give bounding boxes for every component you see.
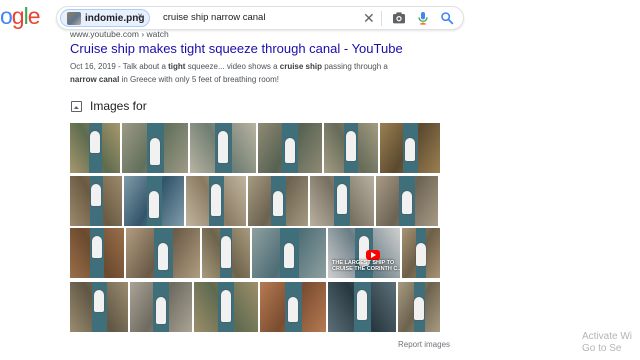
- windows-activation-watermark: Activate Wi Go to Se: [582, 331, 632, 355]
- snippet-text: squeeze... video shows a: [185, 62, 280, 71]
- clear-search-icon[interactable]: ✕: [363, 9, 375, 27]
- image-thumbnail[interactable]: [376, 176, 438, 226]
- logo-letter: o: [0, 3, 13, 29]
- image-thumbnail[interactable]: THE LARGEST SHIP TO CRUISE THE CORINTH C.…: [328, 228, 400, 278]
- image-thumbnail[interactable]: [258, 123, 322, 173]
- image-thumbnail[interactable]: [398, 282, 440, 332]
- image-thumbnail[interactable]: [126, 228, 200, 278]
- ship-shape: [149, 191, 159, 218]
- ship-shape: [416, 243, 426, 266]
- ship-shape: [91, 184, 101, 206]
- image-thumbnail[interactable]: [194, 282, 258, 332]
- ship-shape: [156, 297, 166, 324]
- image-thumbnail[interactable]: [70, 123, 120, 173]
- chip-close-icon[interactable]: ×: [137, 11, 143, 22]
- camera-icon[interactable]: [391, 10, 407, 26]
- image-thumbnail[interactable]: [402, 228, 440, 278]
- image-thumbnail[interactable]: [70, 228, 124, 278]
- image-row: [70, 176, 442, 226]
- ship-shape: [346, 131, 356, 161]
- ship-shape: [414, 297, 424, 320]
- watermark-line: Activate Wi: [582, 331, 633, 342]
- snippet-text: in Greece with only 5 feet of breathing …: [119, 75, 279, 84]
- ship-shape: [92, 236, 102, 258]
- image-thumbnail[interactable]: [252, 228, 326, 278]
- image-thumbnail[interactable]: [70, 176, 122, 226]
- snippet-date: Oct 16, 2019: [70, 62, 116, 71]
- image-thumbnail[interactable]: [130, 282, 192, 332]
- result-snippet: Oct 16, 2019 - Talk about a tight squeez…: [70, 60, 415, 86]
- image-row: THE LARGEST SHIP TO CRUISE THE CORINTH C.…: [70, 228, 442, 278]
- ship-shape: [211, 184, 221, 216]
- snippet-text: - Talk about a: [115, 62, 169, 71]
- ship-shape: [288, 297, 298, 322]
- thumbnail-caption: THE LARGEST SHIP TO CRUISE THE CORINTH C.…: [332, 260, 400, 272]
- snippet-highlight: narrow canal: [70, 75, 120, 84]
- logo-letter: e: [27, 3, 41, 29]
- search-box[interactable]: indomie.png × cruise ship narrow canal ✕: [56, 6, 464, 30]
- snippet-highlight: cruise ship: [279, 62, 322, 71]
- image-icon: [71, 100, 82, 112]
- youtube-play-icon: [366, 250, 380, 260]
- logo-letter: g: [11, 3, 25, 29]
- ship-shape: [94, 290, 104, 312]
- image-thumbnail[interactable]: [122, 123, 188, 173]
- ship-shape: [284, 243, 294, 268]
- divider: [381, 11, 382, 26]
- ship-shape: [218, 131, 228, 163]
- ship-shape: [221, 290, 231, 322]
- chip-label: indomie.png: [85, 12, 145, 24]
- ship-shape: [158, 243, 168, 270]
- snippet-text: passing through a: [322, 62, 388, 71]
- image-thumbnail[interactable]: [380, 123, 440, 173]
- snippet-highlight: tight: [168, 62, 186, 71]
- chip-thumbnail: [67, 11, 81, 25]
- search-icon[interactable]: [439, 10, 455, 26]
- image-query-chip[interactable]: indomie.png ×: [60, 9, 150, 27]
- image-thumbnail[interactable]: [328, 282, 396, 332]
- result-breadcrumb: www.youtube.com › watch: [70, 29, 169, 39]
- report-images-link[interactable]: Report images: [398, 340, 450, 349]
- ship-shape: [90, 131, 100, 153]
- image-row: [70, 282, 442, 332]
- ship-shape: [273, 191, 283, 216]
- image-thumbnail[interactable]: [186, 176, 246, 226]
- image-results-grid: THE LARGEST SHIP TO CRUISE THE CORINTH C.…: [70, 123, 442, 335]
- ship-shape: [337, 184, 347, 214]
- images-section-heading: Images for: [71, 99, 147, 113]
- image-thumbnail[interactable]: [202, 228, 250, 278]
- image-row: [70, 123, 442, 173]
- image-thumbnail[interactable]: [310, 176, 374, 226]
- watermark-line: Go to Se: [582, 343, 622, 354]
- ship-shape: [405, 138, 415, 161]
- caption-line: CRUISE THE CORINTH C...: [332, 266, 400, 272]
- image-thumbnail[interactable]: [248, 176, 308, 226]
- image-thumbnail[interactable]: [124, 176, 184, 226]
- image-thumbnail[interactable]: [260, 282, 326, 332]
- image-thumbnail[interactable]: [324, 123, 378, 173]
- images-heading-label: Images for: [90, 99, 147, 113]
- microphone-icon[interactable]: [415, 10, 431, 26]
- ship-shape: [357, 290, 367, 320]
- ship-shape: [221, 236, 231, 268]
- image-thumbnail[interactable]: [70, 282, 128, 332]
- ship-shape: [150, 138, 160, 165]
- image-thumbnail[interactable]: [190, 123, 256, 173]
- ship-shape: [285, 138, 295, 163]
- result-title-link[interactable]: Cruise ship makes tight squeeze through …: [70, 41, 403, 56]
- google-logo[interactable]: ogle: [0, 3, 40, 30]
- search-input[interactable]: cruise ship narrow canal: [163, 12, 265, 23]
- ship-shape: [402, 191, 412, 214]
